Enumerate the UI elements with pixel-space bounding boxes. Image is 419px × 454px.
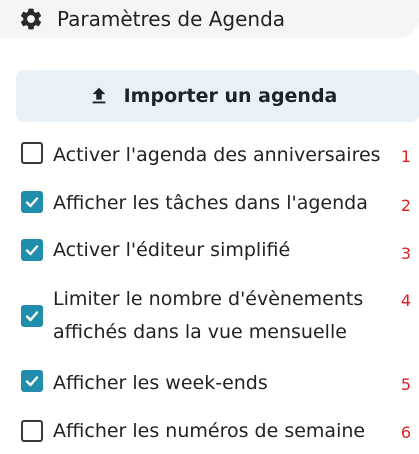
marker-3: 3 (400, 244, 412, 263)
limit-events-label-line1[interactable]: Limiter le nombre d'évènements (53, 283, 363, 316)
marker-2: 2 (400, 196, 412, 215)
birthdays-calendar-checkbox[interactable] (21, 142, 43, 164)
checkmark-icon (25, 245, 39, 256)
marker-6: 6 (400, 423, 412, 442)
settings-header: Paramètres de Agenda (0, 0, 419, 38)
limit-events-checkbox[interactable] (21, 305, 43, 327)
limit-events-label-line2[interactable]: affichés dans la vue mensuelle (53, 316, 347, 349)
show-tasks-label[interactable]: Afficher les tâches dans l'agenda (53, 187, 368, 220)
marker-4: 4 (400, 291, 412, 310)
page-title: Paramètres de Agenda (57, 7, 286, 31)
checkmark-icon (25, 311, 39, 322)
gear-icon (20, 8, 42, 30)
marker-5: 5 (400, 375, 412, 394)
show-weekends-label[interactable]: Afficher les week-ends (53, 367, 268, 400)
simple-editor-label[interactable]: Activer l'éditeur simplifié (53, 234, 290, 267)
show-tasks-checkbox[interactable] (21, 191, 43, 213)
import-agenda-button[interactable]: Importer un agenda (16, 70, 419, 122)
checkmark-icon (25, 197, 39, 208)
import-agenda-label: Importer un agenda (123, 85, 338, 107)
week-numbers-checkbox[interactable] (21, 420, 43, 442)
week-numbers-label[interactable]: Afficher les numéros de semaine (53, 415, 365, 448)
marker-1: 1 (400, 147, 412, 166)
upload-icon (92, 87, 106, 104)
checkmark-icon (25, 376, 39, 387)
birthdays-calendar-label[interactable]: Activer l'agenda des anniversaires (53, 139, 381, 172)
show-weekends-checkbox[interactable] (21, 370, 43, 392)
simple-editor-checkbox[interactable] (21, 239, 43, 261)
